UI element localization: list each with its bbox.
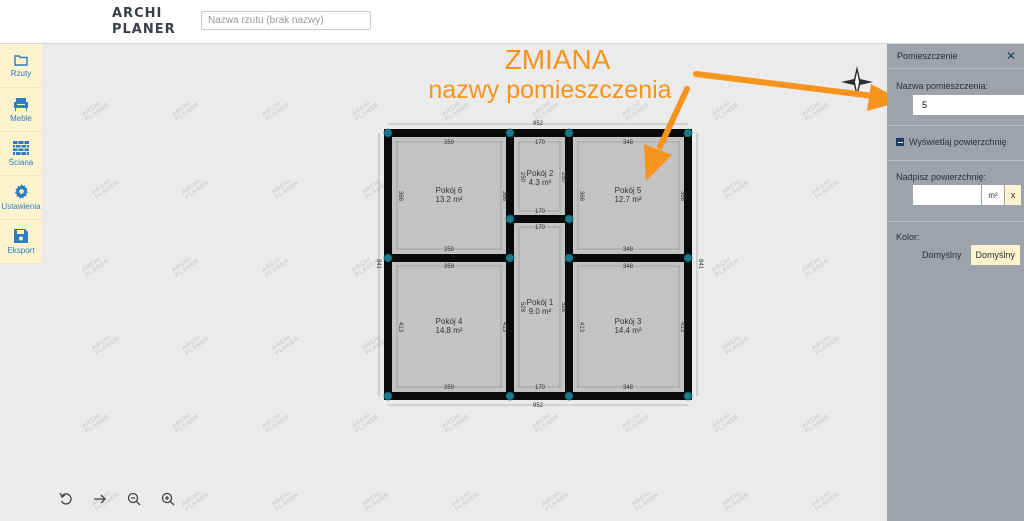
dim-corridor-height: 528 <box>519 302 525 313</box>
room-name-section: Nazwa pomieszczenia: <box>887 69 1024 115</box>
dim-r6-height-r: 366 <box>501 191 507 202</box>
wall-bottom <box>384 392 692 400</box>
room-5-name: Pokój 5 <box>615 186 642 195</box>
dim-r4-height: 413 <box>397 322 403 333</box>
room-4-name: Pokój 4 <box>436 317 463 326</box>
room-6-name: Pokój 6 <box>436 186 463 195</box>
dim-r5-bottom: 348 <box>623 247 634 253</box>
wall-node <box>383 391 393 401</box>
color-default-button[interactable]: Domyślny <box>970 245 1021 265</box>
clear-area-button[interactable]: x <box>1005 185 1021 205</box>
dim-bottom-total: 952 <box>533 403 544 409</box>
override-area-input[interactable] <box>913 185 981 205</box>
dim-left-total: 841 <box>375 259 381 270</box>
color-row: Domyślny Domyślny <box>922 245 1024 265</box>
dim-bottom-r3: 348 <box>623 385 634 391</box>
dim-r3-top: 348 <box>623 264 634 270</box>
color-label: Kolor: <box>896 232 920 242</box>
override-area-label: Nadpisz powierzchnię: <box>896 172 987 182</box>
wall-top <box>384 129 692 137</box>
dim-right-total: 841 <box>697 259 703 270</box>
wall-node <box>383 128 393 138</box>
dim-r5-height: 366 <box>578 191 584 202</box>
room-2-area: 4.3 m² <box>529 178 552 187</box>
dim-r5-height-r: 366 <box>679 191 685 202</box>
annotation-subtitle: nazwy pomieszczenia <box>428 76 672 104</box>
wall-inner-right <box>565 129 573 400</box>
wall-right <box>684 129 692 400</box>
undo-icon[interactable] <box>56 489 76 509</box>
zoom-in-icon[interactable] <box>158 489 178 509</box>
dim-r4-top: 359 <box>444 264 455 270</box>
wall-node <box>505 214 515 224</box>
room-3-name: Pokój 3 <box>615 317 642 326</box>
room-name-input[interactable] <box>913 95 1024 115</box>
zoom-out-icon[interactable] <box>124 489 144 509</box>
override-area-row: m² x <box>913 185 1024 205</box>
room-1-area: 9.0 m² <box>529 307 552 316</box>
dim-r2-height: 250 <box>519 172 525 183</box>
dim-top-total: 952 <box>533 121 544 127</box>
wall-node <box>564 391 574 401</box>
dim-r3-height-r: 413 <box>679 322 685 333</box>
wall-node <box>564 214 574 224</box>
wall-node <box>383 253 393 263</box>
room-3-area: 14.4 m² <box>614 326 641 335</box>
override-area-section: Nadpisz powierzchnię: m² x <box>887 160 1024 205</box>
dim-r2-height-r: 250 <box>560 172 566 183</box>
room-1-name: Pokój 1 <box>527 298 554 307</box>
dim-r4-height-r: 413 <box>501 322 507 333</box>
room-5-area: 12.7 m² <box>614 195 641 204</box>
room-properties-panel: Pomieszczenie ✕ Nazwa pomieszczenia: Wyś… <box>887 44 1024 521</box>
dim-corridor-height-r: 528 <box>560 302 566 313</box>
dim-r6-height: 366 <box>397 191 403 202</box>
close-icon[interactable]: ✕ <box>1006 49 1016 63</box>
dim-r3-height: 413 <box>578 322 584 333</box>
room-4-area: 14.8 m² <box>435 326 462 335</box>
dim-r6-width: 359 <box>444 140 455 146</box>
dim-corridor-top: 170 <box>535 209 546 215</box>
wall-node <box>564 253 574 263</box>
canvas-toolbar <box>56 489 178 509</box>
wall-node <box>683 253 693 263</box>
show-area-checkbox[interactable] <box>896 138 904 146</box>
color-current-value: Domyślny <box>922 250 962 260</box>
wall-node <box>683 391 693 401</box>
dim-bottom-corridor: 170 <box>535 385 546 391</box>
wall-node <box>505 128 515 138</box>
dim-bottom-r4: 359 <box>444 385 455 391</box>
wall-left <box>384 129 392 400</box>
wall-node <box>505 391 515 401</box>
show-area-row: Wyświetlaj powierzchnię <box>887 125 1024 147</box>
dim-r6-bottom: 359 <box>444 247 455 253</box>
wall-inner-left <box>506 129 514 400</box>
dim-r5-width: 348 <box>623 140 634 146</box>
color-section: Kolor: Domyślny Domyślny <box>887 221 1024 265</box>
area-unit-label: m² <box>982 185 1004 205</box>
wall-node <box>505 253 515 263</box>
redo-icon[interactable] <box>90 489 110 509</box>
room-2-name: Pokój 2 <box>527 169 554 178</box>
room-6-area: 13.2 m² <box>435 195 462 204</box>
dim-r2-width: 170 <box>535 140 546 146</box>
wall-corridor <box>506 215 573 223</box>
room-name-label: Nazwa pomieszczenia: <box>896 81 989 91</box>
panel-title: Pomieszczenie <box>897 51 958 61</box>
show-area-label: Wyświetlaj powierzchnię <box>909 137 1007 147</box>
wall-mid-left <box>384 254 514 262</box>
wall-node <box>564 128 574 138</box>
wall-node <box>683 128 693 138</box>
panel-header: Pomieszczenie ✕ <box>887 44 1024 69</box>
dim-corridor-top2: 170 <box>535 225 546 231</box>
annotation-title: ZMIANA <box>504 44 611 75</box>
wall-mid-right <box>565 254 692 262</box>
